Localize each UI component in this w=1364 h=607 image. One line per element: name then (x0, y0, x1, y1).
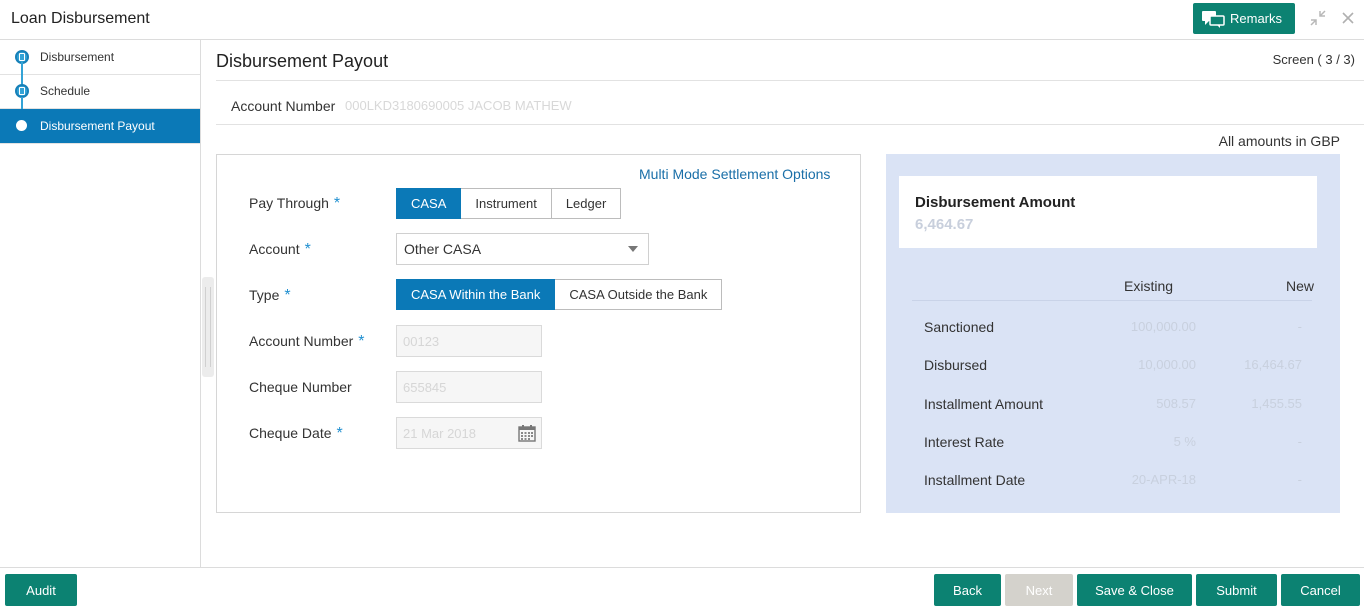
app-title: Loan Disbursement (11, 10, 150, 27)
row-new-value: - (1297, 472, 1302, 487)
step-label: Schedule (40, 84, 91, 99)
disbursement-amount-card: Disbursement Amount 6,464.67 (899, 176, 1317, 248)
step-label: Disbursement Payout (40, 118, 155, 133)
row-existing-value: 5 % (1173, 434, 1196, 449)
summary-table-header: Existing New (912, 278, 1314, 298)
row-new-value: - (1297, 434, 1302, 449)
type-within-bank-button[interactable]: CASA Within the Bank (396, 279, 556, 310)
step-sidebar: Disbursement Schedule Disbursement Payou… (0, 40, 201, 567)
audit-button[interactable]: Audit (5, 574, 77, 606)
account-label: Account * (249, 241, 311, 258)
account-select-value: Other CASA (404, 241, 482, 257)
title-bar: Loan Disbursement Remarks (0, 0, 1364, 40)
type-label: Type * (249, 287, 291, 304)
sidebar-item-schedule[interactable]: Schedule (0, 75, 200, 123)
divider (216, 124, 1364, 125)
sidebar-item-disbursement[interactable]: Disbursement (0, 40, 200, 88)
cheque-date-input[interactable]: 21 Mar 2018 (396, 417, 542, 449)
disbursement-amount-value: 6,464.67 (915, 216, 974, 233)
pay-through-instrument-button[interactable]: Instrument (461, 188, 552, 219)
screen-counter: Screen ( 3 / 3) (1272, 52, 1355, 67)
loan-disbursement-window: Loan Disbursement Remarks Disbursement S… (0, 0, 1364, 607)
cheque-number-input[interactable]: 655845 (396, 371, 542, 403)
divider (912, 300, 1312, 301)
currency-note: All amounts in GBP (1218, 133, 1340, 149)
cancel-button[interactable]: Cancel (1281, 574, 1360, 606)
footer-toolbar: Audit Back Next Save & Close Submit Canc… (0, 567, 1364, 607)
type-toggle: CASA Within the Bank CASA Outside the Ba… (396, 279, 723, 310)
summary-row-installment-date: Installment Date 20-APR-18 - (924, 472, 1302, 492)
pay-through-casa-button[interactable]: CASA (396, 188, 462, 219)
pay-through-toggle: CASA Instrument Ledger (396, 188, 622, 219)
row-existing-value: 20-APR-18 (1131, 472, 1196, 487)
back-button[interactable]: Back (934, 574, 1001, 606)
step-current-icon (16, 120, 27, 132)
remarks-button[interactable]: Remarks (1193, 3, 1295, 34)
row-new-value: 16,464.67 (1244, 357, 1302, 372)
summary-row-installment-amount: Installment Amount 508.57 1,455.55 (924, 396, 1302, 416)
row-new-value: - (1297, 319, 1302, 334)
save-close-button[interactable]: Save & Close (1077, 574, 1192, 606)
payout-form: Multi Mode Settlement Options Pay Throug… (216, 154, 861, 513)
type-outside-bank-button[interactable]: CASA Outside the Bank (555, 279, 723, 310)
page-title: Disbursement Payout (216, 51, 389, 71)
calendar-icon[interactable] (518, 424, 536, 442)
remarks-label: Remarks (1230, 11, 1283, 26)
step-label: Disbursement (40, 49, 115, 64)
row-existing-value: 10,000.00 (1138, 357, 1196, 372)
summary-row-disbursed: Disbursed 10,000.00 16,464.67 (924, 357, 1302, 377)
column-existing: Existing (1124, 278, 1174, 294)
sidebar-item-disbursement-payout[interactable]: Disbursement Payout (0, 109, 200, 144)
disbursement-summary-panel: Disbursement Amount 6,464.67 Existing Ne… (886, 154, 1340, 513)
row-existing-value: 100,000.00 (1130, 319, 1196, 334)
column-new: New (1285, 278, 1314, 294)
chat-bubbles-icon (1202, 10, 1225, 28)
chevron-down-icon (628, 246, 638, 252)
cheque-number-label: Cheque Number (249, 379, 352, 395)
summary-row-sanctioned: Sanctioned 100,000.00 - (924, 319, 1302, 339)
cheque-date-label: Cheque Date * (249, 425, 343, 442)
next-button[interactable]: Next (1005, 574, 1073, 606)
pay-through-label: Pay Through * (249, 195, 341, 212)
account-number-input[interactable]: 00123 (396, 325, 542, 357)
cheque-date-value: 21 Mar 2018 (403, 425, 476, 441)
account-number-value: 000LKD3180690005 JACOB MATHEW (345, 98, 572, 113)
submit-button[interactable]: Submit (1196, 574, 1277, 606)
account-number-field-label: Account Number * (249, 333, 365, 350)
pay-through-ledger-button[interactable]: Ledger (551, 188, 622, 219)
multi-mode-settlement-link[interactable]: Multi Mode Settlement Options (639, 166, 830, 182)
row-label: Disbursed (924, 357, 988, 373)
account-select[interactable]: Other CASA (396, 233, 649, 265)
disbursement-amount-title: Disbursement Amount (915, 194, 1076, 211)
row-label: Sanctioned (924, 319, 995, 335)
divider (216, 80, 1364, 81)
row-label: Installment Date (924, 472, 1026, 488)
panel-resize-handle[interactable] (202, 277, 214, 377)
account-number-label: Account Number (231, 98, 336, 114)
minimize-icon[interactable] (1310, 10, 1326, 26)
close-icon[interactable] (1340, 10, 1356, 26)
row-new-value: 1,455.55 (1251, 396, 1302, 411)
summary-row-interest-rate: Interest Rate 5 % - (924, 434, 1302, 454)
row-existing-value: 508.57 (1156, 396, 1196, 411)
row-label: Installment Amount (924, 396, 1044, 412)
row-label: Interest Rate (924, 434, 1005, 450)
